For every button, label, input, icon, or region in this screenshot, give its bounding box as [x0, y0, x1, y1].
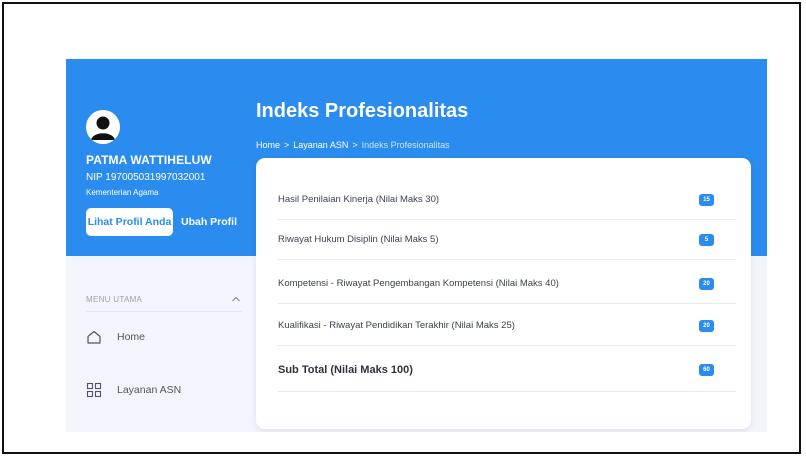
score-badge: 5: [699, 233, 714, 246]
sidebar-item-home[interactable]: Home: [86, 326, 242, 348]
profile-panel: PATMA WATTIHELUW NIP 197005031997032001 …: [66, 59, 256, 256]
breadcrumb-layanan-asn[interactable]: Layanan ASN: [293, 140, 348, 150]
user-avatar-icon: [86, 110, 120, 144]
score-row-subtotal: Sub Total (Nilai Maks 100) 60: [278, 348, 736, 392]
user-nip: NIP 197005031997032001: [86, 172, 206, 183]
screenshot-frame: PATMA WATTIHELUW NIP 197005031997032001 …: [2, 2, 801, 454]
view-profile-button[interactable]: Lihat Profil Anda: [86, 208, 173, 236]
score-label: Hasil Penilaian Kinerja (Nilai Maks 30): [278, 194, 440, 205]
menu-divider: [86, 311, 242, 312]
score-row-kompetensi: Kompetensi - Riwayat Pengembangan Kompet…: [278, 264, 736, 304]
score-card: Hasil Penilaian Kinerja (Nilai Maks 30) …: [256, 158, 751, 429]
edit-profile-button[interactable]: Ubah Profil: [181, 208, 237, 236]
breadcrumb-separator: >: [284, 140, 290, 150]
score-badge: 20: [699, 319, 714, 332]
home-icon: [87, 330, 101, 344]
menu-section-header[interactable]: MENU UTAMA: [86, 291, 242, 307]
user-ministry: Kementerian Agama: [86, 188, 159, 197]
page-title: Indeks Profesionalitas: [256, 100, 469, 122]
score-row-kinerja: Hasil Penilaian Kinerja (Nilai Maks 30) …: [278, 180, 736, 220]
grid-icon: [86, 382, 102, 398]
sidebar-item-layanan-asn[interactable]: Layanan ASN: [86, 379, 242, 401]
breadcrumb-home[interactable]: Home: [256, 140, 280, 150]
score-row-disiplin: Riwayat Hukum Disiplin (Nilai Maks 5) 5: [278, 220, 736, 260]
app-window: PATMA WATTIHELUW NIP 197005031997032001 …: [66, 59, 767, 432]
score-label: Riwayat Hukum Disiplin (Nilai Maks 5): [278, 234, 439, 245]
breadcrumb-separator: >: [352, 140, 358, 150]
score-badge: 15: [699, 193, 714, 206]
chevron-up-icon[interactable]: [230, 293, 242, 305]
score-label: Kompetensi - Riwayat Pengembangan Kompet…: [278, 278, 559, 289]
breadcrumb: Home > Layanan ASN > Indeks Profesionalitas: [256, 140, 450, 150]
avatar: [86, 110, 120, 144]
sidebar-item-label: Layanan ASN: [117, 384, 182, 396]
score-row-kualifikasi: Kualifikasi - Riwayat Pendidikan Terakhi…: [278, 306, 736, 346]
score-label: Kualifikasi - Riwayat Pendidikan Terakhi…: [278, 320, 515, 331]
sidebar-item-label: Home: [117, 331, 146, 343]
subtotal-badge: 60: [699, 363, 714, 376]
breadcrumb-current: Indeks Profesionalitas: [361, 140, 450, 150]
score-badge: 20: [699, 277, 714, 290]
user-name: PATMA WATTIHELUW: [86, 153, 212, 167]
menu-section-label: MENU UTAMA: [86, 294, 143, 304]
subtotal-label: Sub Total (Nilai Maks 100): [278, 363, 413, 376]
